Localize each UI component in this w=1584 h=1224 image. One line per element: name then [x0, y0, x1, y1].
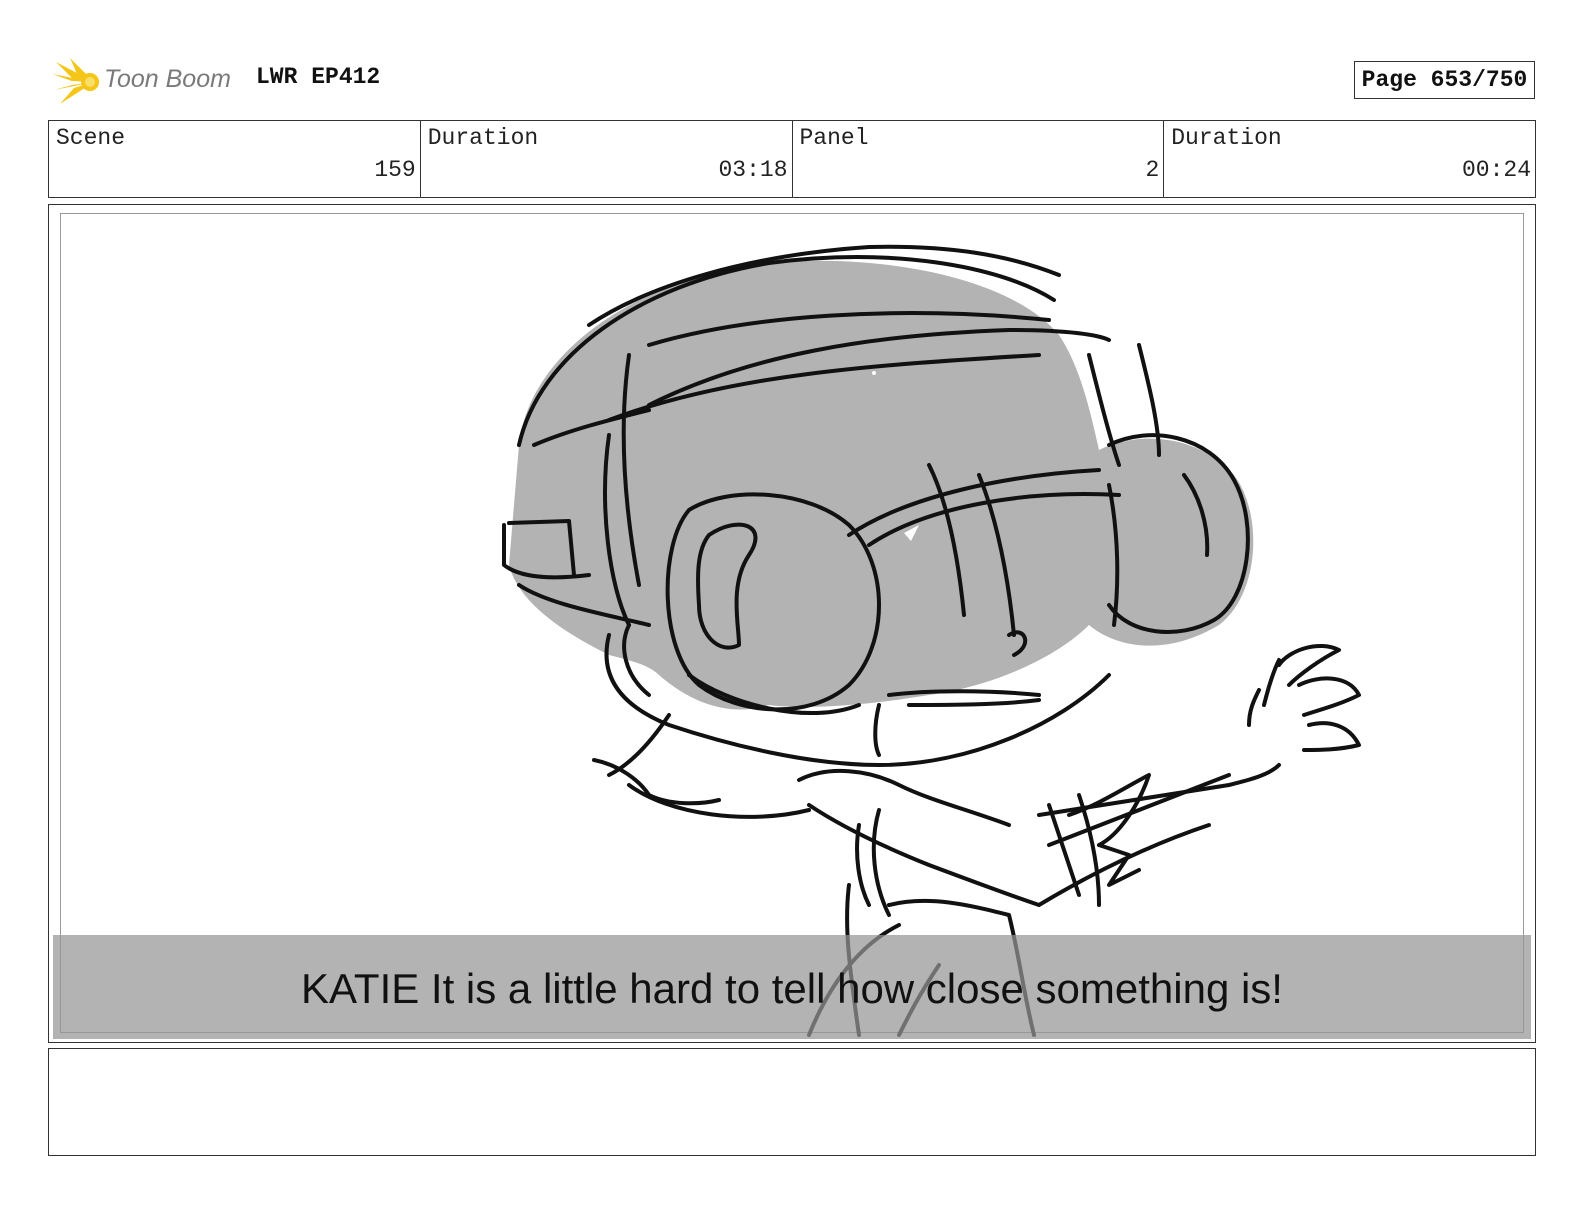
headset-shading [509, 260, 1254, 710]
page-number: Page 653/750 [1354, 61, 1535, 99]
dialog-caption: KATIE It is a little hard to tell how cl… [53, 935, 1531, 1039]
dialog-text: KATIE It is a little hard to tell how cl… [301, 965, 1283, 1012]
starburst-icon [52, 58, 99, 104]
toon-boom-logo: Toon Boom [50, 56, 240, 108]
scene-value: 159 [374, 157, 416, 183]
scene-duration-value: 03:18 [718, 157, 788, 183]
scene-info-table: Scene 159 Duration 03:18 Panel 2 Duratio… [48, 120, 1536, 198]
katie-sketch [502, 244, 1361, 1037]
panel-value: 2 [1145, 157, 1160, 183]
panel-duration-value: 00:24 [1461, 157, 1531, 183]
scene-label: Scene [56, 125, 126, 151]
panel-duration-label: Duration [1171, 125, 1282, 151]
panel-cell: Panel 2 [793, 121, 1165, 197]
scene-duration-label: Duration [427, 125, 539, 151]
scene-cell: Scene 159 [49, 121, 421, 197]
scene-duration-cell: Duration 03:18 [421, 121, 793, 197]
logo-text: Toon Boom [104, 65, 231, 93]
panel-notes [48, 1048, 1536, 1156]
panel-label: Panel [799, 125, 869, 151]
storyboard-panel: KATIE It is a little hard to tell how cl… [48, 204, 1536, 1043]
panel-duration-cell: Duration 00:24 [1164, 121, 1535, 197]
project-title: LWR EP412 [256, 64, 381, 90]
